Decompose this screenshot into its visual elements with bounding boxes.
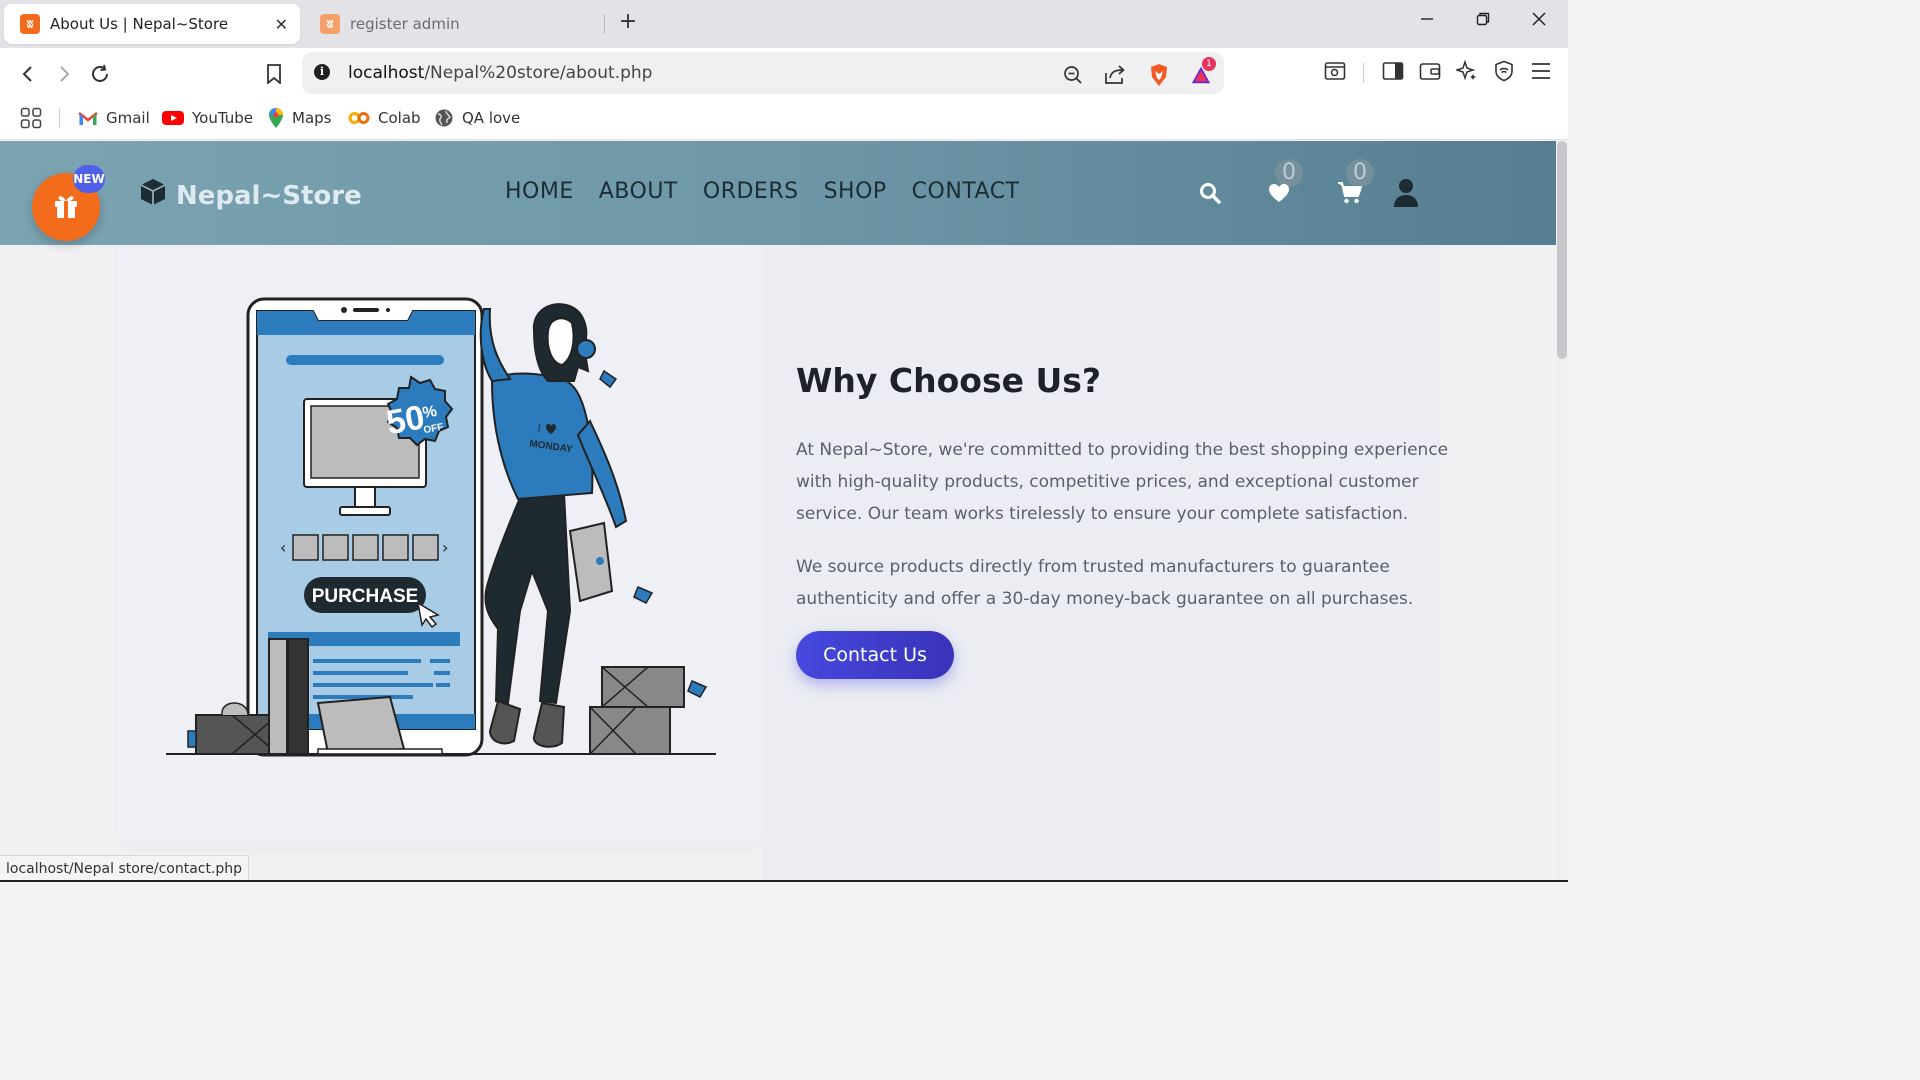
new-badge: NEW [73,165,105,193]
nav-contact[interactable]: CONTACT [912,179,1020,204]
xampp-favicon-icon: ʬ [320,14,340,34]
share-icon[interactable] [1104,64,1126,86]
about-paragraph-1: At Nepal~Store, we're committed to provi… [796,440,1449,524]
reload-icon[interactable] [86,60,114,88]
bookmark-label: Gmail [106,109,150,127]
purchase-text: PURCHASE [312,586,419,607]
site-info-icon[interactable]: i [314,64,330,80]
globe-icon [434,108,454,128]
tab-separator [604,14,605,34]
bookmark-label: Maps [292,109,332,127]
heart-icon[interactable] [1265,179,1293,207]
youtube-icon [162,110,184,126]
nav-orders[interactable]: ORDERS [703,179,799,204]
tab-label: About Us | Nepal~Store [50,15,229,33]
restore-icon[interactable] [1468,10,1498,31]
gift-icon [51,190,81,224]
nav-shop[interactable]: SHOP [824,179,887,204]
bookmark-youtube[interactable]: YouTube [162,106,253,130]
apps-grid-icon[interactable] [20,106,42,130]
maps-icon [268,107,284,129]
search-icon[interactable] [1196,179,1224,207]
discount-percent-text: % [421,403,438,422]
bookmarks-bar: Gmail YouTube Maps Colab QA love [0,98,1568,140]
leo-ai-icon[interactable] [1456,60,1478,82]
bookmark-label: Colab [378,109,421,127]
bookmark-gmail[interactable]: Gmail [78,106,150,130]
site-logo[interactable]: Nepal~Store [138,177,362,214]
tab-strip: ʬ About Us | Nepal~Store ✕ ʬ register ad… [0,0,1568,48]
tab-label: register admin [350,15,460,33]
bookmark-colab[interactable]: Colab [348,106,421,130]
forward-icon[interactable] [50,60,78,88]
tab-about-us[interactable]: ʬ About Us | Nepal~Store ✕ [4,4,300,44]
menu-icon[interactable] [1530,60,1552,82]
screenshot-icon[interactable] [1324,60,1346,82]
back-icon[interactable] [14,60,42,88]
window-bottom-edge [0,880,1568,882]
logo-text: Nepal~Store [176,180,362,211]
url-path: /Nepal%20store/about.php [424,63,653,83]
address-bar[interactable]: i localhost/Nepal%20store/about.php 1 [302,52,1224,94]
wallet-icon[interactable] [1419,60,1441,82]
page-viewport: Nepal~Store HOME ABOUT ORDERS SHOP CONTA… [0,141,1556,882]
bookmark-label: QA love [462,109,521,127]
brave-shields-icon[interactable] [1148,64,1170,86]
bookmark-separator [59,108,60,128]
cube-logo-icon [138,177,168,214]
scrollbar-thumb[interactable] [1557,141,1567,359]
illustration-card: 50 % OFF ‹ › PURCHASE I MONDAY [118,231,762,847]
toolbar-separator [1363,63,1364,83]
svg-text:‹: ‹ [280,538,286,557]
url-text[interactable]: localhost/Nepal%20store/about.php [348,63,652,83]
about-paragraph-2: We source products directly from trusted… [796,557,1414,609]
why-choose-us-heading: Why Choose Us? [796,361,1102,400]
bookmark-maps[interactable]: Maps [268,106,331,130]
nav-home[interactable]: HOME [505,179,574,204]
rewards-count-badge: 1 [1202,57,1216,71]
nav-about[interactable]: ABOUT [599,179,678,204]
zoom-out-icon[interactable] [1062,64,1084,86]
sidebar-icon[interactable] [1382,60,1404,82]
vpn-icon[interactable] [1493,60,1515,82]
minimize-icon[interactable] [1412,10,1442,31]
status-bar-url: localhost/Nepal store/contact.php [0,855,250,882]
bookmark-label: YouTube [192,109,253,127]
new-tab-button[interactable]: + [616,10,640,34]
shopping-illustration: 50 % OFF ‹ › PURCHASE I MONDAY [166,297,716,757]
bookmark-icon[interactable] [260,60,288,88]
close-window-icon[interactable] [1524,10,1554,31]
close-tab-icon[interactable]: ✕ [275,15,288,34]
url-host: localhost [348,63,425,83]
bookmark-qa-love[interactable]: QA love [434,106,520,130]
user-icon[interactable] [1392,179,1420,207]
svg-text:›: › [442,538,448,557]
tab-register-admin[interactable]: ʬ register admin [304,4,604,44]
main-nav: HOME ABOUT ORDERS SHOP CONTACT [505,179,1020,204]
cart-icon[interactable] [1336,179,1364,207]
colab-icon [348,111,370,125]
site-header: Nepal~Store HOME ABOUT ORDERS SHOP CONTA… [0,141,1556,245]
gmail-icon [78,110,98,126]
contact-us-button[interactable]: Contact Us [796,631,954,679]
browser-toolbar: i localhost/Nepal%20store/about.php 1 [0,48,1568,98]
xampp-favicon-icon: ʬ [20,14,40,34]
